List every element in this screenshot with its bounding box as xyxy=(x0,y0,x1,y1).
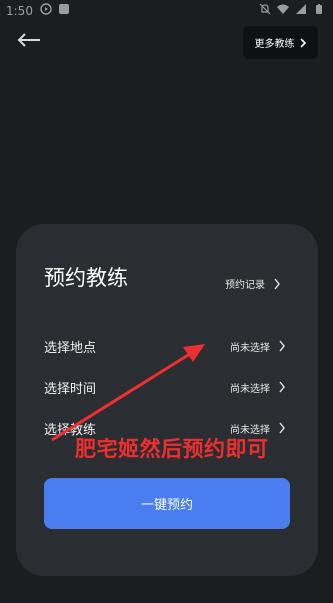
chevron-right-icon xyxy=(279,381,285,393)
booking-sheet: 预约教练 预约记录 选择地点 尚未选择 选择时间 尚未选择 选择教练 尚未选择 xyxy=(16,224,318,576)
mute-icon xyxy=(259,3,271,15)
annotation-text: 肥宅姬然后预约即可 xyxy=(75,437,269,461)
one-click-book-button[interactable]: 一键预约 xyxy=(44,478,290,529)
more-coaches-label: 更多教练 xyxy=(254,39,295,50)
one-click-book-label: 一键预约 xyxy=(140,498,193,513)
select-location-row[interactable]: 选择地点 尚未选择 xyxy=(44,334,286,358)
select-location-status: 尚未选择 xyxy=(230,342,270,354)
media-icon xyxy=(40,3,52,15)
booking-records-link[interactable]: 预约记录 xyxy=(225,276,281,291)
select-location-value: 尚未选择 xyxy=(230,339,286,354)
status-right-icons xyxy=(259,3,325,15)
battery-icon xyxy=(316,4,322,14)
select-location-label: 选择地点 xyxy=(44,340,97,356)
chevron-right-icon xyxy=(299,37,306,48)
select-time-row[interactable]: 选择时间 尚未选择 xyxy=(44,375,286,399)
sheet-title: 预约教练 xyxy=(44,266,128,290)
wifi-icon xyxy=(277,4,289,14)
status-left-icons xyxy=(40,3,70,15)
back-arrow-icon[interactable] xyxy=(16,30,42,50)
select-time-status: 尚未选择 xyxy=(230,383,270,395)
app-icon xyxy=(59,4,69,14)
chevron-right-icon xyxy=(279,422,285,434)
chevron-right-icon xyxy=(279,340,285,352)
status-time: 1:50 xyxy=(6,4,33,18)
status-bar: 1:50 xyxy=(0,0,333,24)
booking-records-label: 预约记录 xyxy=(225,280,265,291)
select-time-value: 尚未选择 xyxy=(230,380,286,395)
chevron-right-icon xyxy=(274,278,280,289)
signal-icon xyxy=(296,4,306,14)
more-coaches-button[interactable]: 更多教练 xyxy=(243,26,318,59)
select-time-label: 选择时间 xyxy=(44,381,97,397)
